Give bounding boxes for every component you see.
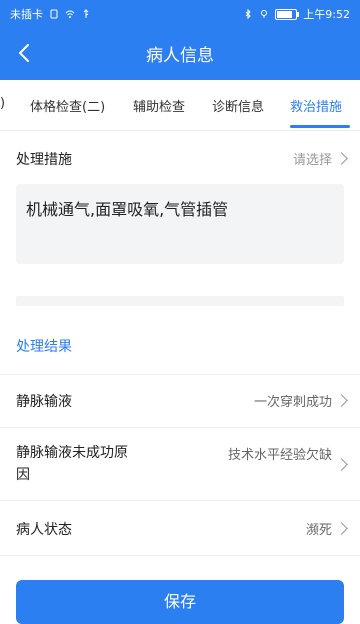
section-divider	[16, 296, 344, 306]
treatment-measures-textarea[interactable]: 机械通气,面罩吸氧,气管插管	[16, 184, 344, 264]
page-title: 病人信息	[146, 46, 214, 66]
status-bar: 未插卡 上午9:52	[0, 0, 360, 26]
iv-failure-reason-label: 静脉输液未成功原因	[16, 445, 128, 483]
patient-status-label: 病人状态	[16, 522, 72, 538]
chevron-right-icon	[335, 152, 348, 165]
tab-treatment-measures[interactable]: 救治措施	[290, 96, 342, 115]
sim-status-text: 未插卡	[10, 8, 43, 21]
active-tab-indicator	[290, 125, 350, 128]
patient-status-row[interactable]: 病人状态 濒死	[0, 500, 360, 556]
bluetooth-icon	[245, 9, 252, 19]
iv-infusion-value: 一次穿刺成功	[253, 395, 332, 410]
patient-status-value: 濒死	[305, 523, 332, 538]
clock: 上午9:52	[303, 8, 350, 21]
treatment-measures-placeholder: 请选择	[292, 153, 332, 168]
sim-icon	[50, 9, 58, 19]
treatment-measures-label: 处理措施	[16, 152, 72, 168]
nav-bar: 病人信息	[0, 26, 360, 80]
tab-physical-exam-2[interactable]: 体格检查(二)	[30, 96, 105, 115]
tab-partial-previous[interactable]: )	[0, 96, 5, 111]
iv-infusion-label: 静脉输液	[16, 394, 72, 410]
chevron-right-icon	[335, 458, 348, 471]
usb-icon	[83, 9, 89, 18]
iv-infusion-row[interactable]: 静脉输液 一次穿刺成功	[0, 374, 360, 427]
battery-icon	[275, 8, 300, 20]
status-left: 未插卡	[10, 6, 91, 22]
treatment-measures-row[interactable]: 处理措施 请选择	[0, 131, 360, 183]
tab-diagnosis-info[interactable]: 诊断信息	[212, 96, 264, 115]
chevron-right-icon	[335, 522, 348, 535]
status-right: 上午9:52	[243, 6, 350, 22]
tab-auxiliary-exam[interactable]: 辅助检查	[133, 96, 185, 115]
wifi-icon	[65, 10, 75, 18]
iv-failure-reason-row[interactable]: 静脉输液未成功原因 技术水平经验欠缺	[0, 427, 360, 500]
iv-failure-reason-value: 技术水平经验欠缺	[227, 448, 332, 463]
location-icon	[261, 10, 268, 18]
results-section-title: 处理结果	[16, 339, 72, 355]
tab-bar: ) 体格检查(二) 辅助检查 诊断信息 救治措施	[0, 80, 360, 131]
save-button[interactable]: 保存	[16, 580, 344, 624]
chevron-right-icon	[335, 394, 348, 407]
